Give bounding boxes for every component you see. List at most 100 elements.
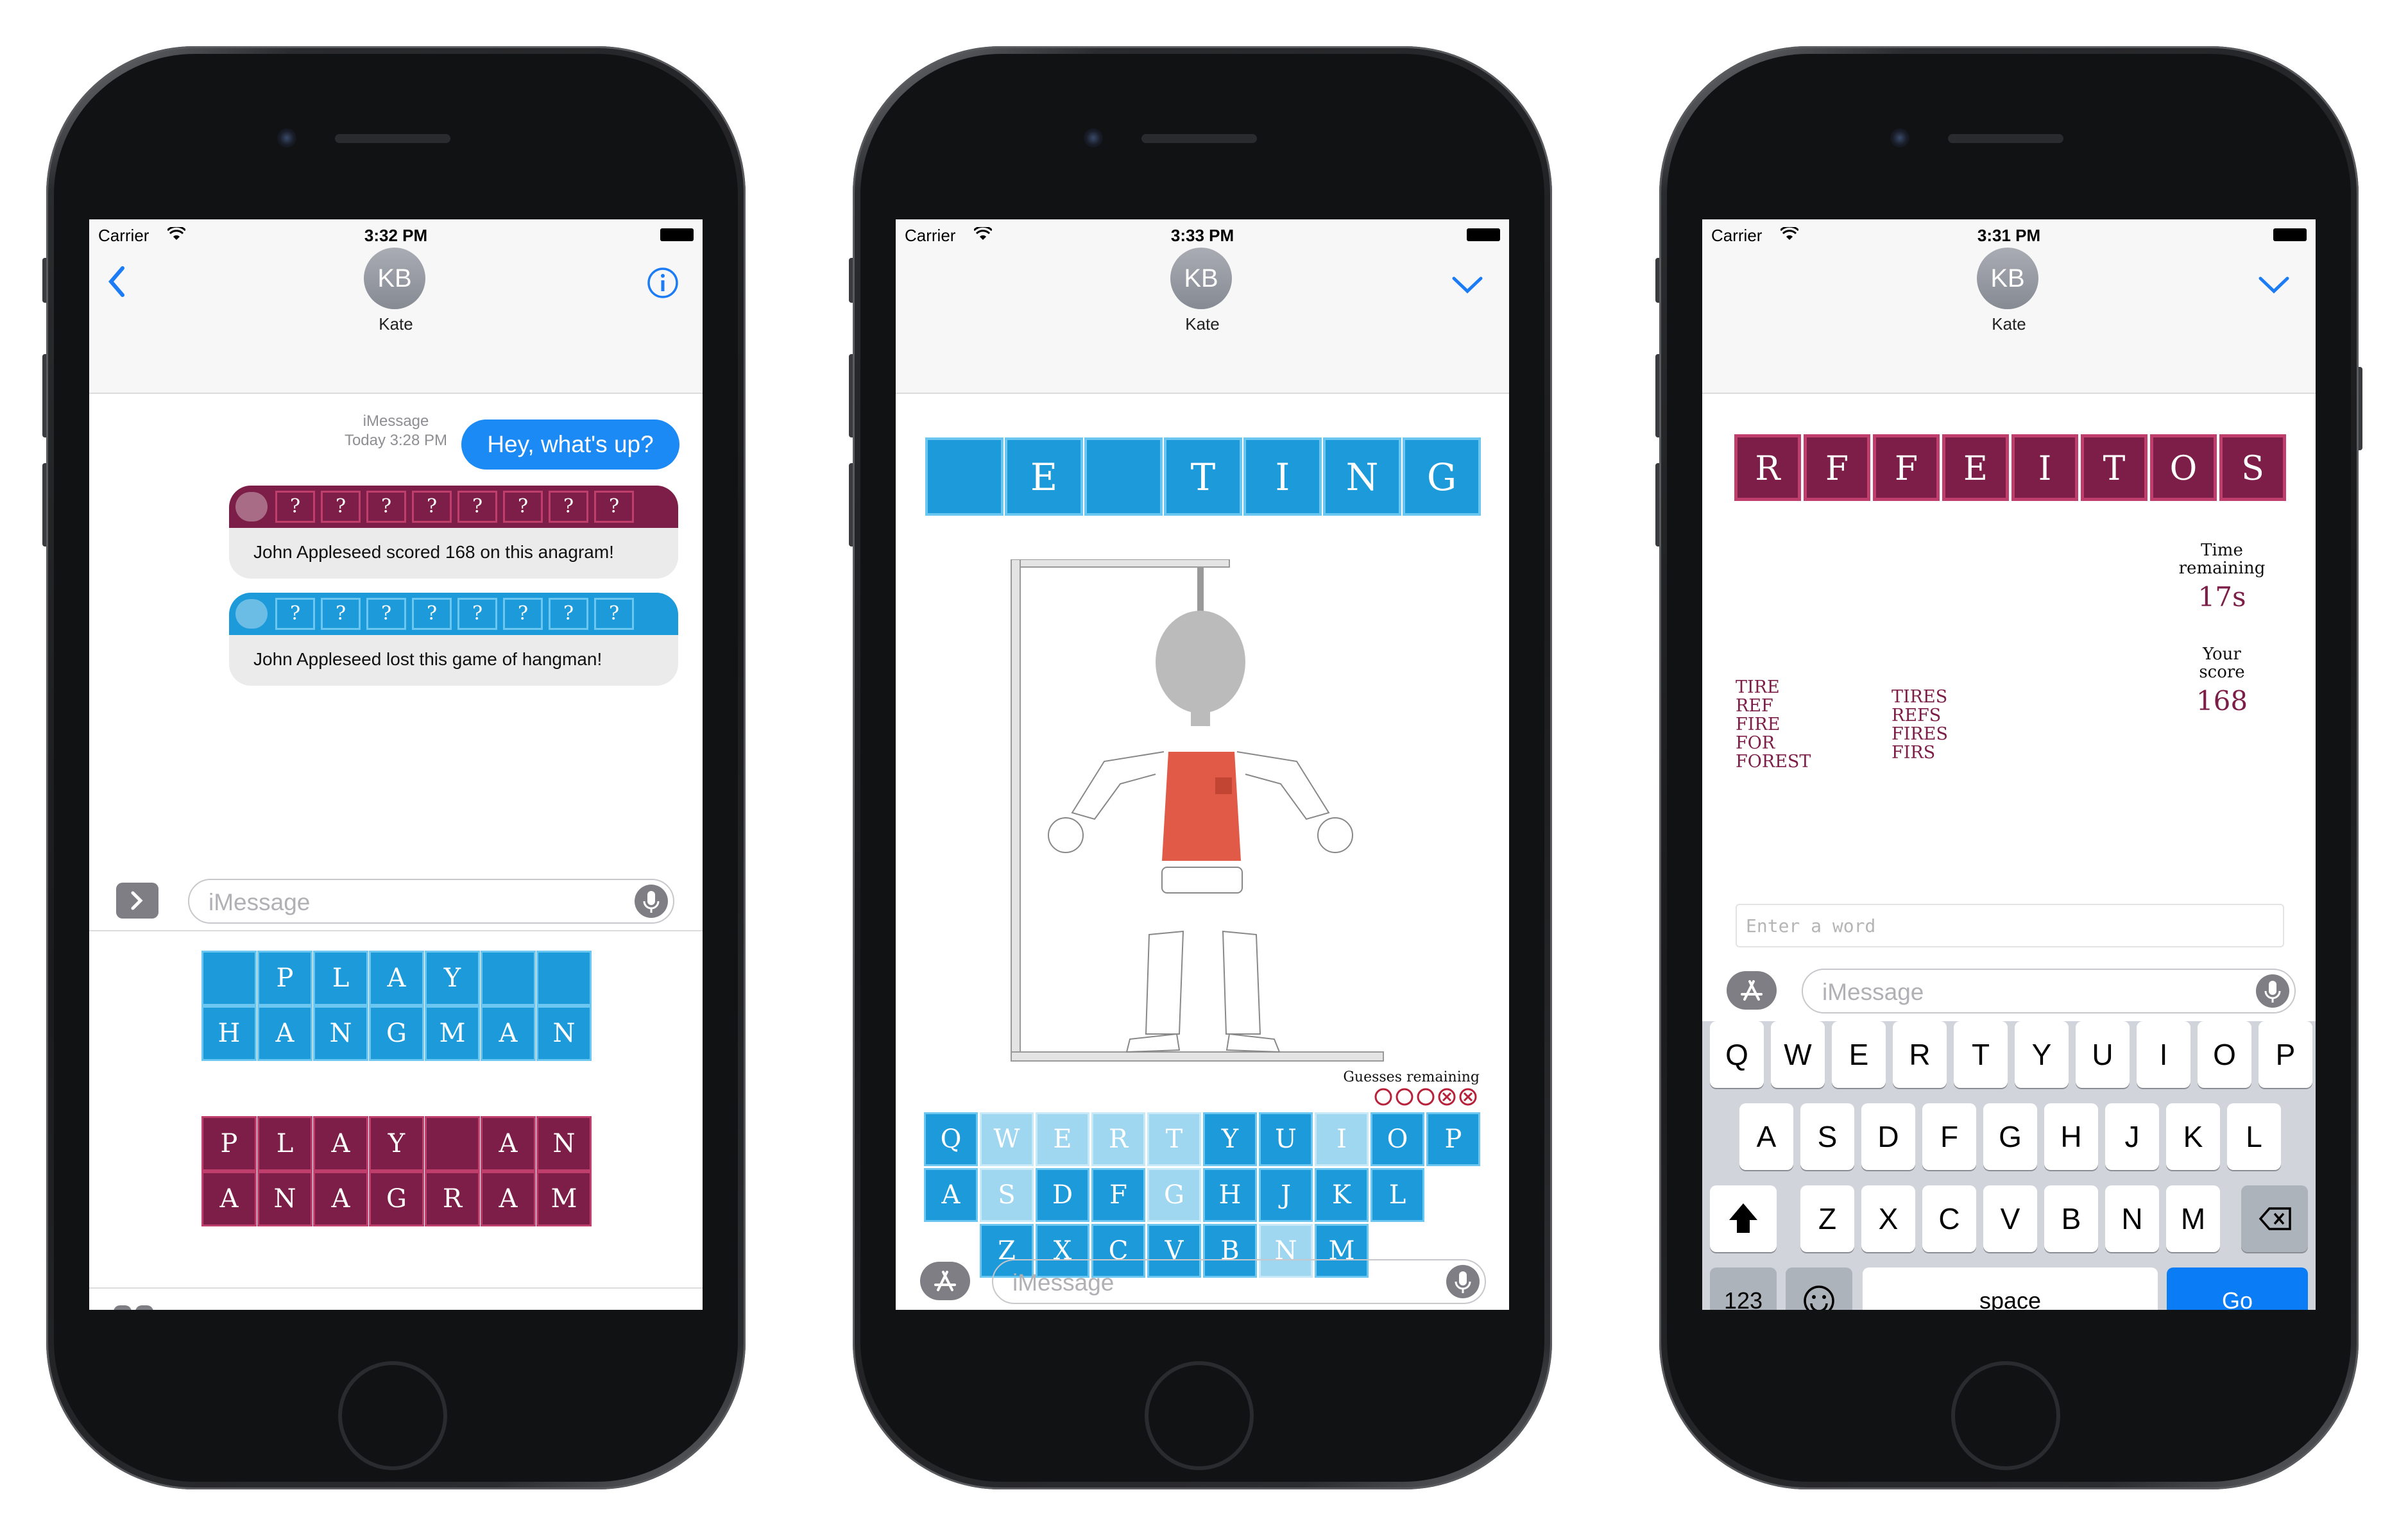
microphone-icon[interactable] [1445,1264,1481,1300]
keyboard-key[interactable]: P [1426,1112,1480,1166]
keyboard-key[interactable]: E [1832,1021,1886,1088]
keyboard-key[interactable]: U [1259,1112,1313,1166]
keyboard-key[interactable]: P [2259,1021,2312,1088]
keyboard-key[interactable]: K [2166,1103,2220,1170]
app-drawer-icon[interactable] [114,1305,153,1310]
back-chevron-icon[interactable] [107,266,125,298]
keyboard-key[interactable]: R [1091,1112,1145,1166]
backspace-key[interactable] [2241,1185,2308,1252]
chevron-down-icon[interactable] [1451,276,1483,295]
keyboard-key[interactable]: T [1147,1112,1201,1166]
space-key[interactable]: space [1863,1267,2158,1310]
sticker-tile: Y [425,951,480,1006]
letter-tile[interactable]: T [2081,434,2148,501]
keyboard-key[interactable]: L [2227,1103,2281,1170]
keyboard-key[interactable]: R [1893,1021,1947,1088]
letter-tile[interactable]: O [2150,434,2217,501]
message-input[interactable]: iMessage [1802,969,2296,1013]
word-tile [925,437,1003,516]
sent-bubble[interactable]: Hey, what's up? [461,420,679,470]
keyboard-key[interactable]: O [2198,1021,2251,1088]
microphone-icon[interactable] [633,883,669,919]
chevron-down-icon[interactable] [2258,276,2290,295]
screen: Carrier 3:32 PM KB Kate iMessage Today 3… [89,219,703,1310]
keyboard-key[interactable]: X [1861,1185,1915,1252]
word-entry-field[interactable]: Enter a word [1736,904,2284,947]
letter-tile[interactable]: R [1734,434,1801,501]
keyboard-key[interactable]: G [1983,1103,2037,1170]
sticker-tile [201,951,257,1006]
keyboard-key[interactable]: N [2105,1185,2159,1252]
keyboard-key[interactable]: U [2076,1021,2130,1088]
game-card-anagram[interactable]: ???????? John Appleseed scored 168 on th… [229,486,678,579]
keyboard-key[interactable]: B [2044,1185,2098,1252]
message-input[interactable]: iMessage [992,1259,1486,1304]
expand-button[interactable] [116,883,158,919]
card-tile: ? [412,491,452,523]
found-word: FIRES [1891,724,1948,744]
keyboard-key[interactable]: D [1036,1168,1089,1222]
sticker-play-anagram[interactable]: PLAYANANAGRAM [201,1116,593,1226]
keyboard-key[interactable]: E [1036,1112,1089,1166]
keyboard-key[interactable]: L [1371,1168,1424,1222]
keyboard-key[interactable]: Y [2015,1021,2069,1088]
guess-circle [1396,1088,1413,1106]
keyboard-key[interactable]: V [1983,1185,2037,1252]
emoji-key[interactable] [1786,1267,1852,1310]
keyboard-key[interactable]: I [2137,1021,2190,1088]
app-store-icon[interactable] [1727,971,1777,1010]
info-icon[interactable] [646,266,679,300]
drawer-bar [89,1287,703,1310]
keyboard-key[interactable]: S [1800,1103,1854,1170]
numbers-key[interactable]: 123 [1710,1267,1777,1310]
message-input[interactable]: iMessage [188,879,674,924]
keyboard-key[interactable]: S [980,1168,1034,1222]
game-card-hangman[interactable]: ???????? John Appleseed lost this game o… [229,593,678,686]
home-button[interactable] [1145,1361,1254,1470]
input-placeholder: iMessage [209,889,311,915]
keyboard-key[interactable]: Z [1800,1185,1854,1252]
keyboard-key[interactable]: K [1315,1168,1369,1222]
microphone-icon[interactable] [2255,973,2291,1009]
keyboard-key[interactable]: W [980,1112,1034,1166]
keyboard-key[interactable]: H [1203,1168,1257,1222]
keyboard-key[interactable]: Q [1710,1021,1764,1088]
keyboard-key[interactable]: H [2044,1103,2098,1170]
avatar[interactable]: KB [364,248,425,309]
sticker-play-hangman[interactable]: PLAYHANGMAN [201,951,593,1061]
letter-tile[interactable]: F [1873,434,1940,501]
time-remaining: Time remaining 17s [2158,541,2286,613]
keyboard-key[interactable]: Y [1203,1112,1257,1166]
keyboard-key[interactable]: A [1739,1103,1793,1170]
keyboard-key[interactable]: T [1954,1021,2008,1088]
letter-tile[interactable]: F [1804,434,1870,501]
go-key[interactable]: Go [2167,1267,2308,1310]
letter-tile[interactable]: E [1942,434,2009,501]
keyboard-key[interactable]: D [1861,1103,1915,1170]
keyboard-key[interactable]: W [1771,1021,1825,1088]
app-store-icon[interactable] [920,1262,970,1300]
keyboard-key[interactable]: J [2105,1103,2159,1170]
avatar[interactable]: KB [1170,248,1232,309]
card-tile: ? [503,491,543,523]
shift-key[interactable] [1710,1185,1777,1252]
keyboard-key[interactable]: I [1315,1112,1369,1166]
guess-circles [1374,1088,1477,1106]
keyboard-key[interactable]: A [924,1168,978,1222]
keyboard-key[interactable]: G [1147,1168,1201,1222]
sticker-tile: Y [369,1116,424,1171]
keyboard-key[interactable]: M [2166,1185,2220,1252]
keyboard-key[interactable]: Q [924,1112,978,1166]
home-button[interactable] [338,1361,447,1470]
keyboard-key[interactable]: J [1259,1168,1313,1222]
battery-icon [1467,228,1500,241]
avatar[interactable]: KB [1977,248,2038,309]
letter-tile[interactable]: I [2011,434,2078,501]
keyboard-key[interactable]: F [1922,1103,1976,1170]
home-button[interactable] [1951,1361,2060,1470]
keyboard-key[interactable]: F [1091,1168,1145,1222]
letter-tile[interactable]: S [2219,434,2286,501]
keyboard-key[interactable]: C [1922,1185,1976,1252]
screen: Carrier 3:31 PM KB Kate RFFEITOS Time re… [1702,219,2316,1310]
keyboard-key[interactable]: O [1371,1112,1424,1166]
